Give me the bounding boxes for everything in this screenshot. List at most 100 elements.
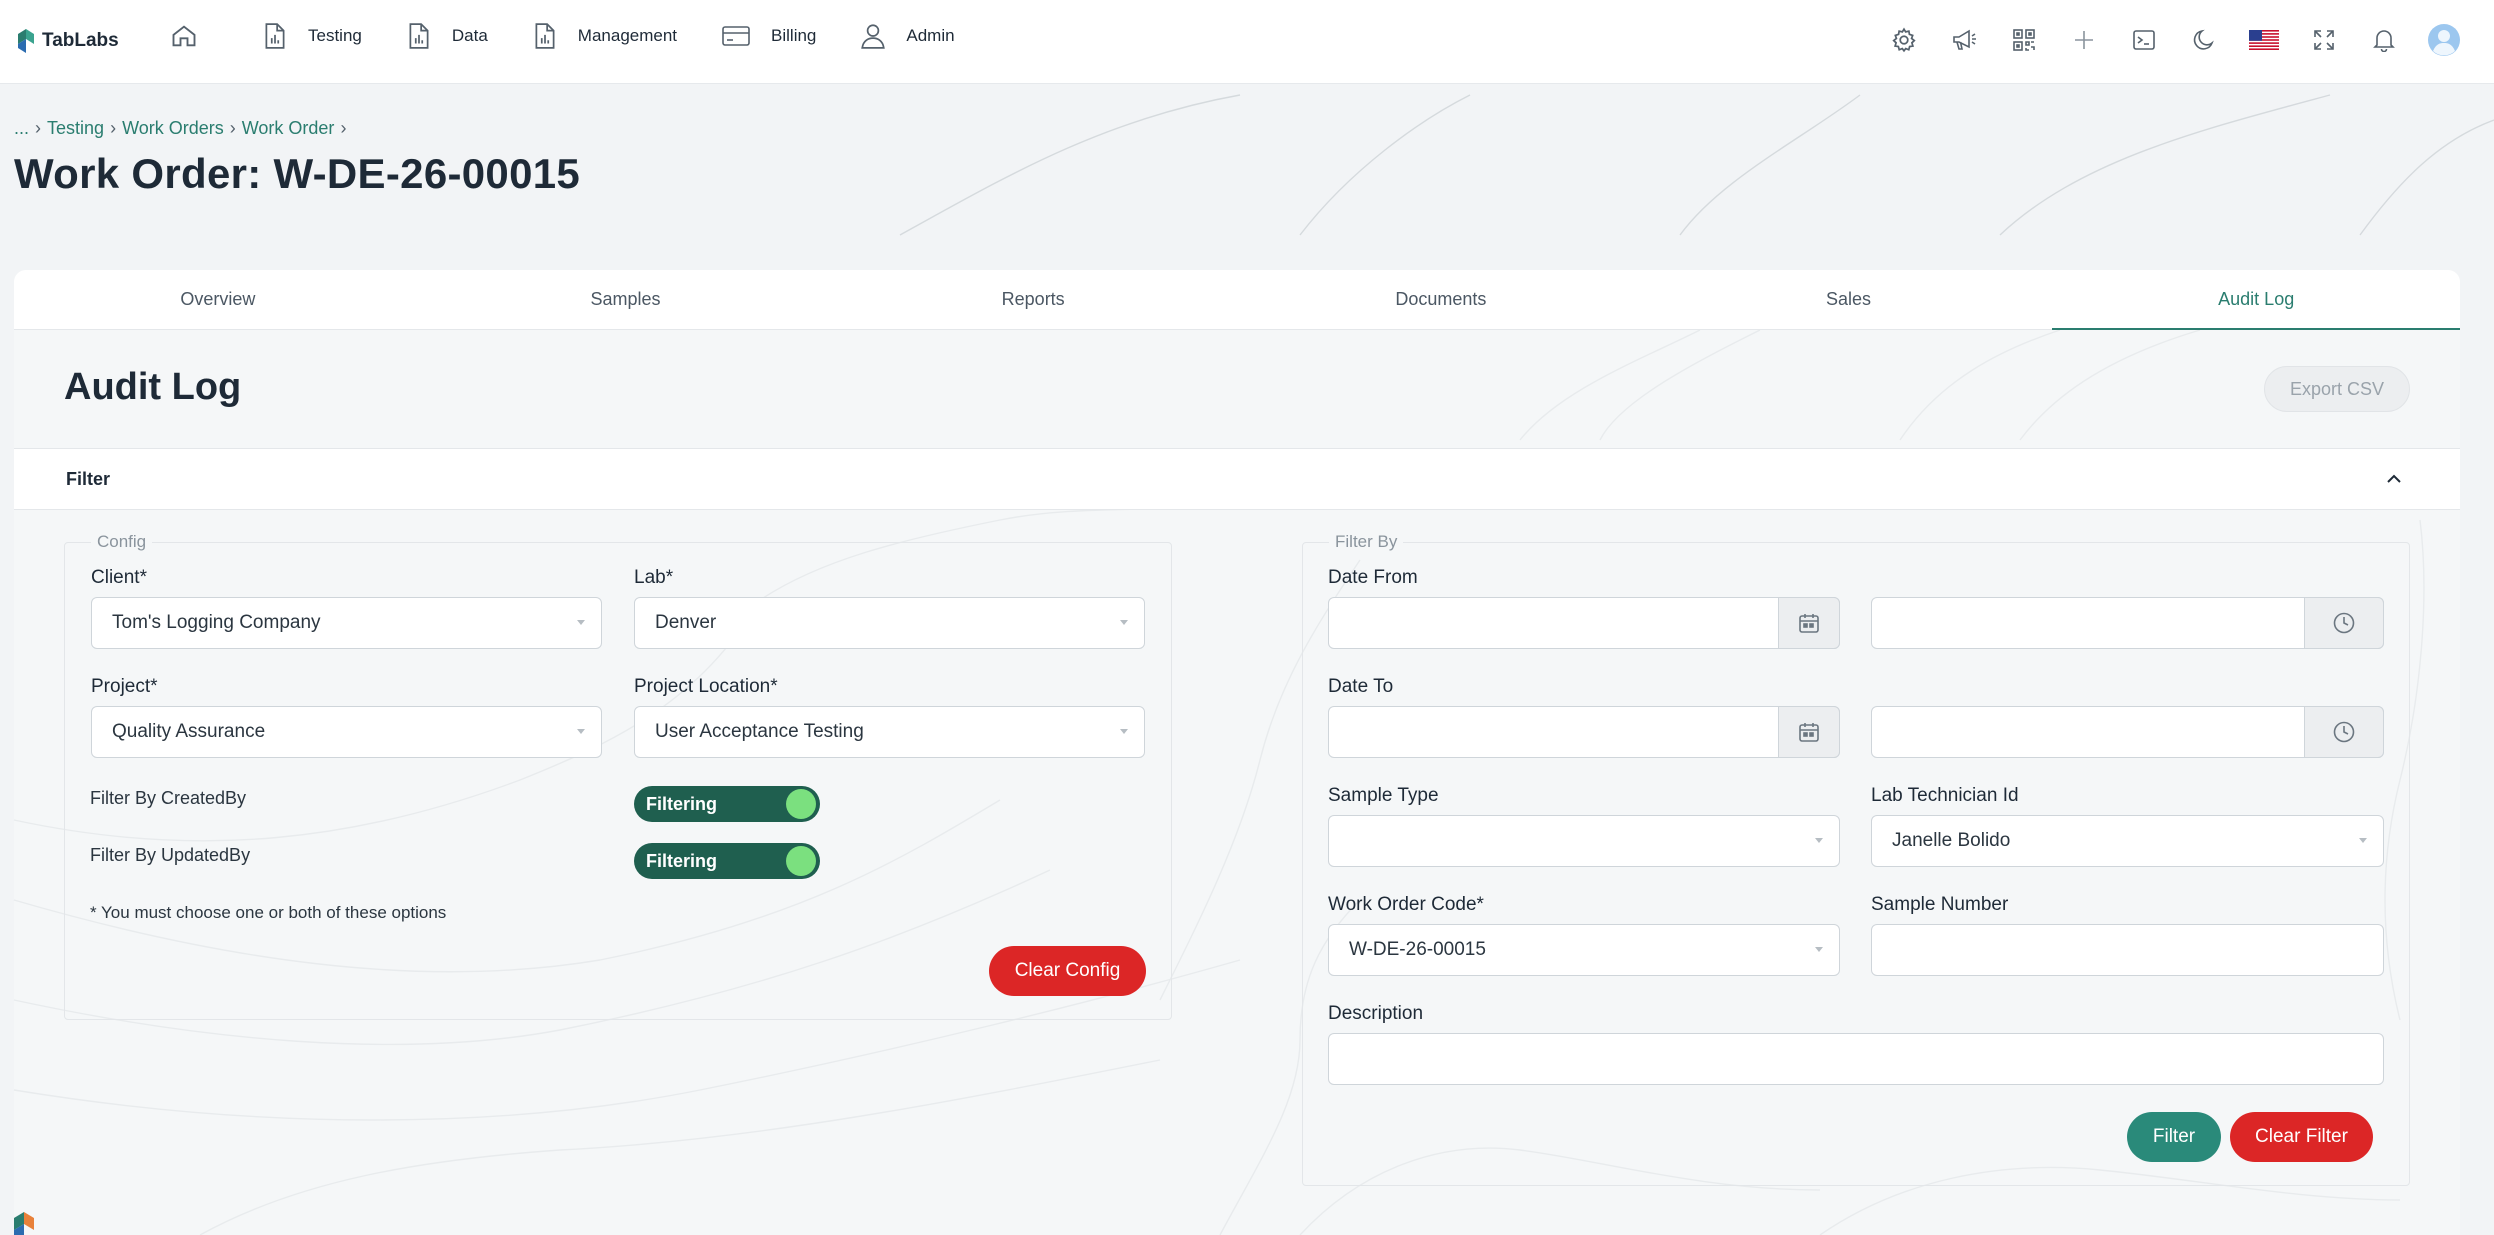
nav-billing[interactable]: Billing [721,24,816,48]
date-from-input[interactable] [1328,597,1840,649]
qr-code-button[interactable] [2004,20,2044,60]
project-select[interactable]: Quality Assurance [91,706,602,758]
filter-by-updatedby-toggle[interactable]: Filtering [634,843,820,879]
tab-overview[interactable]: Overview [14,270,422,329]
filter-button[interactable]: Filter [2127,1112,2221,1162]
add-button[interactable] [2064,20,2104,60]
breadcrumb-testing[interactable]: Testing [47,118,104,138]
date-picker-button[interactable] [1778,597,1840,649]
user-avatar[interactable] [2424,20,2464,60]
lab-technician-label: Lab Technician Id [1871,785,2019,806]
filter-by-createdby-toggle[interactable]: Filtering [634,786,820,822]
chevron-down-icon [2359,838,2367,843]
gear-icon [1892,27,1916,53]
work-order-code-label: Work Order Code* [1328,894,1484,915]
breadcrumb-root[interactable]: ... [14,118,29,138]
nav-testing[interactable]: Testing [262,22,362,50]
nav-management-label: Management [577,26,678,45]
us-flag-icon [2249,30,2279,50]
filter-panel-title: Filter [66,469,111,489]
project-value: Quality Assurance [112,721,266,742]
lab-select[interactable]: Denver [634,597,1145,649]
export-csv-button[interactable]: Export CSV [2264,366,2410,412]
time-picker-button[interactable] [2304,706,2384,758]
toggle-knob [786,789,816,819]
sample-type-select[interactable] [1328,815,1840,867]
nav-data[interactable]: Data [406,22,488,50]
calendar-icon [1799,723,1819,742]
date-from-label: Date From [1328,567,1418,588]
clock-icon [2333,721,2355,743]
notifications-button[interactable] [2364,20,2404,60]
client-select[interactable]: Tom's Logging Company [91,597,602,649]
user-icon [861,24,886,49]
breadcrumb-separator: › [110,118,117,138]
client-label: Client* [91,567,147,588]
date-to-input[interactable] [1328,706,1840,758]
nav-admin[interactable]: Admin [860,22,955,50]
language-selector[interactable] [2244,20,2284,60]
tab-audit-log[interactable]: Audit Log [2052,270,2460,330]
moon-icon [2193,29,2214,50]
document-chart-icon [535,23,555,49]
work-order-code-select[interactable]: W-DE-26-00015 [1328,924,1840,976]
chevron-down-icon [577,620,585,625]
chevron-down-icon [1120,729,1128,734]
calendar-icon [1799,614,1819,633]
top-navbar: TabLabs Testing Data Management Billing … [0,0,2494,84]
time-from-input[interactable] [1871,597,2384,649]
time-to-input[interactable] [1871,706,2384,758]
lab-technician-select[interactable]: Janelle Bolido [1871,815,2384,867]
project-location-label: Project Location* [634,676,778,697]
toggle-label: Filtering [646,793,717,814]
chevron-down-icon [1815,838,1823,843]
breadcrumb: ... › Testing › Work Orders › Work Order › [14,118,352,139]
tab-reports[interactable]: Reports [829,270,1237,329]
filter-by-updatedby-label: Filter By UpdatedBy [90,845,251,865]
main-nav: Testing Data Management Billing Admin [170,22,999,50]
document-chart-icon [409,23,429,49]
logo-icon [18,29,34,53]
home-icon [172,25,196,47]
page-title: Work Order: W-DE-26-00015 [14,150,581,197]
credit-card-icon [722,26,750,46]
terminal-button[interactable] [2124,20,2164,60]
toggle-label: Filtering [646,850,717,871]
qr-code-icon [2013,29,2035,51]
chevron-up-icon[interactable] [2384,469,2404,489]
time-picker-button[interactable] [2304,597,2384,649]
tab-sales[interactable]: Sales [1645,270,2053,329]
sample-type-label: Sample Type [1328,785,1439,806]
nav-home[interactable] [170,22,218,50]
bell-icon [2373,30,2395,52]
breadcrumb-work-order[interactable]: Work Order [242,118,335,138]
breadcrumb-work-orders[interactable]: Work Orders [122,118,224,138]
megaphone-icon [1953,29,1976,50]
dark-mode-toggle[interactable] [2184,20,2224,60]
document-chart-icon [265,23,285,49]
fullscreen-button[interactable] [2304,20,2344,60]
filter-panel-header[interactable]: Filter [14,448,2460,510]
chevron-down-icon [1815,947,1823,952]
project-label: Project* [91,676,158,697]
sample-number-input[interactable] [1871,924,2384,976]
project-location-select[interactable]: User Acceptance Testing [634,706,1145,758]
date-picker-button[interactable] [1778,706,1840,758]
filter-by-legend: Filter By [1335,532,1398,551]
nav-billing-label: Billing [771,26,817,45]
lab-value: Denver [655,612,717,633]
description-input[interactable] [1328,1033,2384,1085]
app-logo[interactable]: TabLabs [14,26,119,56]
description-label: Description [1328,1003,1424,1024]
breadcrumb-separator: › [35,118,42,138]
tab-samples[interactable]: Samples [422,270,830,329]
clear-config-button[interactable]: Clear Config [989,946,1146,996]
nav-management[interactable]: Management [532,22,677,50]
clear-filter-button[interactable]: Clear Filter [2230,1112,2373,1162]
announcements-button[interactable] [1944,20,1984,60]
app-name: TabLabs [42,30,119,51]
fullscreen-icon [2314,30,2334,50]
corner-logo-icon [14,1212,34,1235]
tab-documents[interactable]: Documents [1237,270,1645,329]
settings-button[interactable] [1884,20,1924,60]
